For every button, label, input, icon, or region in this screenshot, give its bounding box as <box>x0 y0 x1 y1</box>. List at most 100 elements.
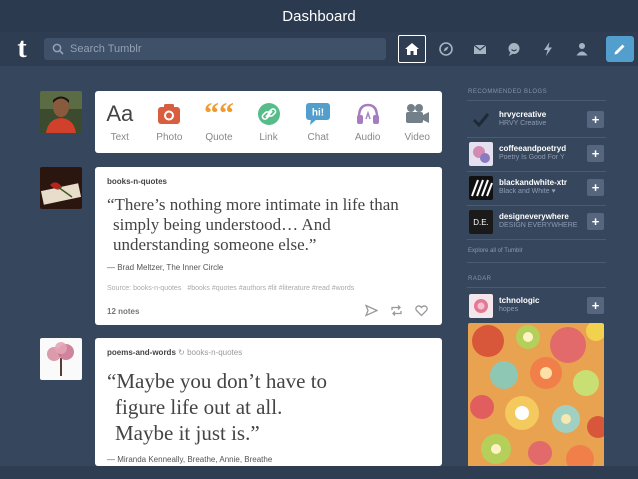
post-blog-name[interactable]: poems-and-words <box>107 348 176 357</box>
blog-thumbnail <box>469 176 493 200</box>
nav-icons <box>398 35 602 63</box>
quote-line: understanding someone else.” <box>113 235 317 254</box>
home-icon[interactable] <box>398 35 426 63</box>
post-notes[interactable]: 12 notes <box>107 307 139 316</box>
inbox-icon[interactable] <box>466 35 494 63</box>
video-camera-icon <box>404 101 430 127</box>
blog-name: tchnologic <box>499 296 540 305</box>
follow-button[interactable]: + <box>587 111 604 128</box>
blog-description: hopes <box>499 306 519 313</box>
divider <box>467 100 606 101</box>
reblog-icon[interactable] <box>390 304 403 317</box>
blog-avatar[interactable] <box>40 338 82 380</box>
post-card: books-n-quotes “There’s nothing more int… <box>95 167 442 325</box>
activity-icon[interactable] <box>534 35 562 63</box>
blog-name: blackandwhite-xtr <box>499 178 568 187</box>
quote-line: simply being understood… And <box>113 215 331 234</box>
link-icon <box>256 101 282 127</box>
blog-description: Black and White ♥ <box>499 188 556 195</box>
post-type-label: Chat <box>307 132 329 143</box>
follow-button[interactable]: + <box>587 213 604 230</box>
post-card: poems-and-words ↻ books-n-quotes “Maybe … <box>95 338 442 466</box>
headphones-icon <box>355 101 381 127</box>
post-tags[interactable]: #books #quotes #authors #lit #literature… <box>187 285 354 292</box>
recommended-blogs-heading: RECOMMENDED BLOGS <box>468 89 548 95</box>
explore-icon[interactable] <box>432 35 460 63</box>
compose-button[interactable] <box>606 36 634 62</box>
post-type-label: Link <box>259 132 278 143</box>
post-type-label: Text <box>110 132 129 143</box>
share-icon[interactable] <box>365 304 378 317</box>
radar-image[interactable] <box>468 323 604 468</box>
post-quote: “Maybe you don’t have to figure life out… <box>107 368 327 446</box>
blog-avatar[interactable] <box>40 167 82 209</box>
search-bar[interactable] <box>44 38 386 60</box>
search-icon <box>52 43 64 55</box>
reblogged-from[interactable]: books-n-quotes <box>187 348 242 357</box>
post-type-quote[interactable]: ““ Quote <box>194 91 244 153</box>
divider <box>467 171 606 172</box>
recommended-blog[interactable]: coffeeandpoetryd Poetry Is Good For Y + <box>467 140 608 168</box>
chat-icon: hi! <box>305 101 331 127</box>
quote-icon: ““ <box>203 97 234 130</box>
bottom-bar <box>0 466 638 479</box>
post-blog-name[interactable]: books-n-quotes <box>107 177 167 186</box>
radar-heading: RADAR <box>468 276 492 282</box>
blog-description: Poetry Is Good For Y <box>499 154 565 161</box>
divider <box>467 287 606 288</box>
account-icon[interactable] <box>568 35 596 63</box>
radar-blog[interactable]: tchnologic hopes + <box>467 292 608 320</box>
heart-icon[interactable] <box>415 304 428 317</box>
follow-button[interactable]: + <box>587 179 604 196</box>
text-icon: Aa <box>106 101 134 126</box>
post-type-photo[interactable]: Photo <box>145 91 195 153</box>
top-nav: t <box>0 32 638 66</box>
user-avatar[interactable] <box>40 91 82 133</box>
blog-thumbnail: D.E. <box>469 210 493 234</box>
pencil-icon <box>614 44 625 55</box>
post-source: Source: books-n-quotes #books #quotes #au… <box>107 285 354 292</box>
quote-attribution: — Brad Meltzer, The Inner Circle <box>107 263 224 272</box>
post-type-label: Quote <box>205 132 233 143</box>
post-blog-name: poems-and-words ↻ books-n-quotes <box>107 348 242 357</box>
divider <box>467 137 606 138</box>
post-type-chat[interactable]: hi! Chat <box>293 91 343 153</box>
recommended-blog[interactable]: blackandwhite-xtr Black and White ♥ + <box>467 174 608 202</box>
blog-thumbnail <box>469 142 493 166</box>
recommended-blog[interactable]: D.E. designeverywhere DESIGN EVERYWHERE … <box>467 208 608 236</box>
post-actions <box>365 304 428 317</box>
search-input[interactable] <box>70 43 370 55</box>
blog-description: DESIGN EVERYWHERE <box>499 222 578 229</box>
divider <box>467 262 606 263</box>
post-type-label: Photo <box>156 132 183 143</box>
post-type-text[interactable]: Aa Text <box>95 91 145 153</box>
follow-button[interactable]: + <box>587 297 604 314</box>
divider <box>467 205 606 206</box>
post-type-label: Video <box>404 132 430 143</box>
quote-line: “There’s nothing more intimate in life t… <box>107 195 399 214</box>
blog-thumbnail <box>469 108 493 132</box>
blog-description: HRVY Creative <box>499 120 547 127</box>
post-type-link[interactable]: Link <box>244 91 294 153</box>
post-type-video[interactable]: Video <box>392 91 442 153</box>
camera-icon <box>156 101 182 127</box>
window-title: Dashboard <box>0 0 638 32</box>
blog-thumbnail <box>469 294 493 318</box>
quote-line: figure life out at all. <box>115 395 283 419</box>
explore-link[interactable]: Explore all of Tumblr <box>468 248 523 254</box>
post-type-chooser: Aa Text Photo ““ Quote Link hi! Chat Aud… <box>95 91 442 153</box>
follow-button[interactable]: + <box>587 145 604 162</box>
svg-text:hi!: hi! <box>312 108 324 119</box>
post-type-label: Audio <box>354 132 381 143</box>
blog-name: designeverywhere <box>499 212 569 221</box>
tumblr-logo[interactable]: t <box>10 35 34 63</box>
post-type-audio[interactable]: Audio <box>343 91 393 153</box>
messages-icon[interactable] <box>500 35 528 63</box>
quote-line: “Maybe you don’t have to <box>107 369 328 393</box>
reblog-icon: ↻ <box>178 348 188 357</box>
source-link[interactable]: Source: books-n-quotes <box>107 285 181 292</box>
blog-name: hrvycreative <box>499 110 547 119</box>
post-quote: “There’s nothing more intimate in life t… <box>107 195 399 255</box>
divider <box>467 239 606 240</box>
recommended-blog[interactable]: hrvycreative HRVY Creative + <box>467 106 608 134</box>
